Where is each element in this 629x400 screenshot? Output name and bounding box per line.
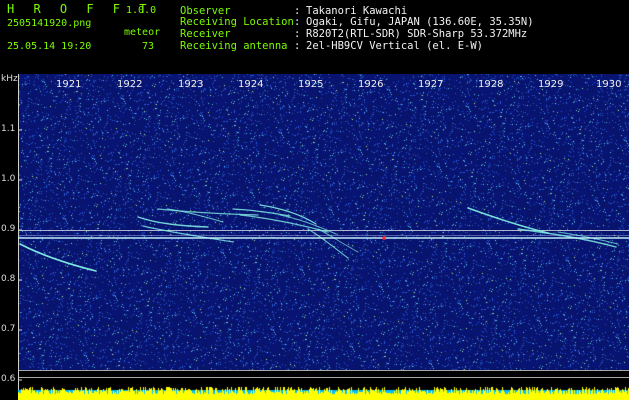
y-tick-label: 1.1 — [1, 124, 16, 134]
app-version: 1.0.0 — [126, 5, 157, 16]
y-tick-label: 1.0 — [1, 174, 16, 184]
meteor-trail — [137, 216, 209, 228]
info-separator: : — [294, 40, 301, 52]
location-value: Ogaki, Gifu, JAPAN (136.60E, 35.35N) — [306, 16, 534, 28]
meteor-trail — [467, 207, 549, 234]
meteor-trail — [307, 228, 349, 259]
antenna-label: Receiving antenna — [180, 40, 288, 52]
antenna-value: 2el-HB9CV Vertical (el. E-W) — [306, 40, 484, 52]
x-tick-label: 1921 — [56, 79, 82, 90]
info-separator: : — [294, 16, 301, 28]
meteor-trail — [279, 214, 337, 235]
x-tick-label: 1927 — [418, 79, 444, 90]
x-tick-label: 1930 — [596, 79, 622, 90]
x-tick-label: 1922 — [117, 79, 143, 90]
receiver-value: R820T2(RTL-SDR) SDR-Sharp 53.372MHz — [306, 28, 528, 40]
x-tick-label: 1925 — [298, 79, 324, 90]
y-axis-unit: kHz — [1, 74, 18, 84]
meteor-label: meteor — [124, 27, 161, 38]
meteor-trail — [142, 225, 234, 243]
y-tick-label: 0.9 — [1, 224, 16, 234]
meteor-trail — [317, 228, 359, 253]
meteor-trail — [19, 243, 97, 272]
meteor-count: 73 — [142, 41, 155, 52]
y-tick-label: 0.7 — [1, 324, 16, 334]
file-name: 2505141920.png — [7, 18, 92, 29]
peak-marker — [382, 236, 386, 240]
signal-level-bar — [18, 380, 629, 400]
header-panel: H R O F F T 1.0.0 2505141920.png meteor … — [0, 0, 629, 72]
spectrogram-overlay — [18, 74, 629, 400]
receiver-label: Receiver — [180, 28, 231, 40]
location-label: Receiving Location — [180, 16, 294, 28]
y-tick-label: 0.6 — [1, 374, 16, 384]
timestamp: 25.05.14 19:20 — [7, 41, 92, 52]
x-tick-label: 1928 — [478, 79, 504, 90]
y-tick-label: 0.8 — [1, 274, 16, 284]
x-tick-label: 1926 — [358, 79, 384, 90]
x-tick-label: 1924 — [238, 79, 264, 90]
meteor-trail — [259, 204, 317, 225]
info-separator: : — [294, 28, 301, 40]
x-tick-label: 1929 — [538, 79, 564, 90]
x-tick-label: 1923 — [178, 79, 204, 90]
